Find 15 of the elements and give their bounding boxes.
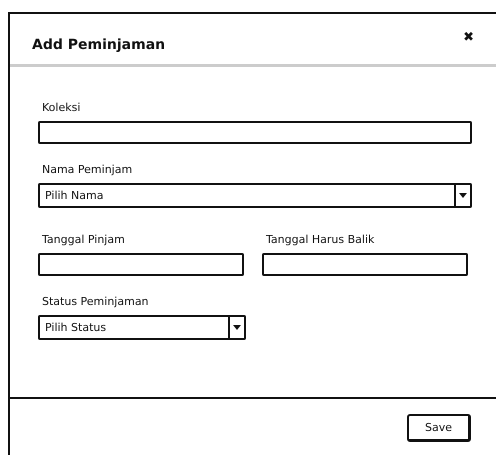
field-label: Koleksi (41, 101, 82, 115)
close-button[interactable]: ✖ (463, 31, 474, 45)
field-label: Tanggal Pinjam (41, 233, 126, 247)
text-field[interactable] (262, 253, 468, 276)
caret-icon (459, 193, 467, 198)
dialog-title: Add Peminjaman (32, 36, 166, 54)
caret-icon (233, 325, 241, 330)
dropdown[interactable]: Pilih Nama (38, 183, 472, 208)
field-label: Tanggal Harus Balik (265, 233, 376, 247)
field-label: Nama Peminjam (41, 163, 134, 177)
save-button[interactable]: Save (407, 414, 471, 442)
text-field[interactable] (38, 121, 472, 144)
dropdown[interactable]: Pilih Status (38, 315, 246, 340)
text-field[interactable] (38, 253, 244, 276)
field-label: Status Peminjaman (41, 295, 150, 309)
